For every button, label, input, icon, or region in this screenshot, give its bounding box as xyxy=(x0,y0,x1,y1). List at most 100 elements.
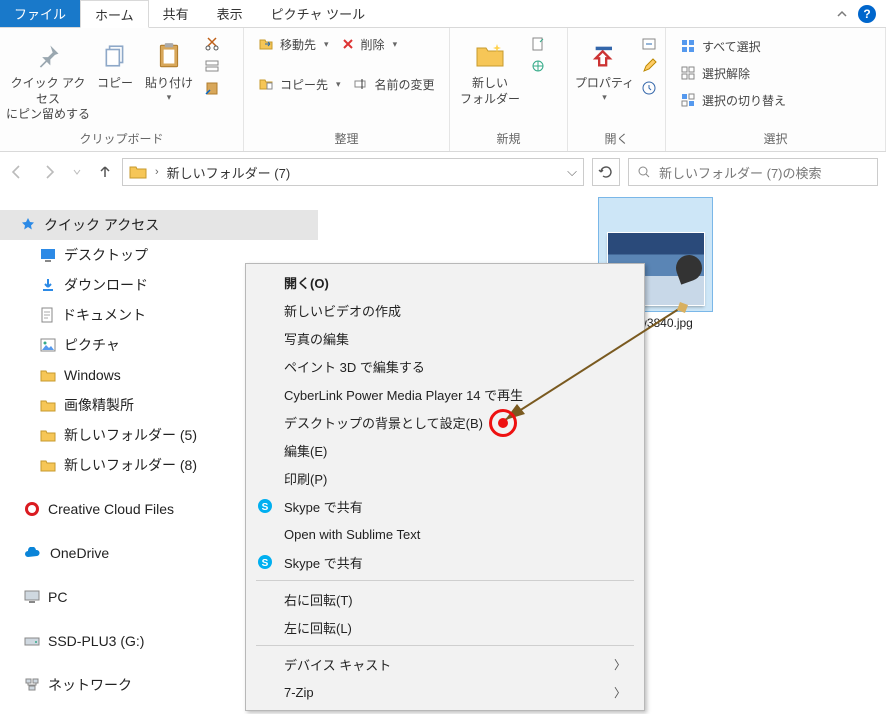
search-icon xyxy=(637,165,651,179)
history-icon[interactable] xyxy=(639,78,659,98)
copy-path-icon[interactable] xyxy=(202,56,222,76)
tab-view[interactable]: 表示 xyxy=(203,0,257,27)
svg-text:S: S xyxy=(262,558,269,569)
pin-icon xyxy=(34,36,62,76)
tab-file[interactable]: ファイル xyxy=(0,0,80,27)
breadcrumb-chevron-icon[interactable]: › xyxy=(155,166,159,178)
edit-icon[interactable] xyxy=(639,56,659,76)
sidebar-quickaccess-label: クイック アクセス xyxy=(44,215,159,235)
moveto-button[interactable]: 移動先▾ xyxy=(254,32,333,56)
ctx-7zip[interactable]: 7-Zip〉 xyxy=(248,678,642,706)
network-icon xyxy=(24,678,40,692)
pictures-icon xyxy=(40,338,56,352)
newfolder-icon xyxy=(474,36,506,76)
sidebar-item-label: ピクチャ xyxy=(64,335,120,355)
copy-icon xyxy=(102,36,128,76)
rename-button[interactable]: 名前の変更 xyxy=(349,72,439,96)
paste-button[interactable]: 貼り付け ▾ xyxy=(140,32,198,103)
ctx-skype2[interactable]: S Skype で共有 xyxy=(248,548,642,576)
nav-row: › 新しいフォルダー (7) ⌵ 新しいフォルダー (7)の検索 xyxy=(0,152,886,192)
annotation-arrow-icon xyxy=(495,300,695,435)
dropdown-icon: ▾ xyxy=(602,92,607,104)
sidebar-item-label: 画像精製所 xyxy=(64,395,134,415)
help-icon[interactable]: ? xyxy=(858,5,876,23)
address-dropdown-icon[interactable]: ⌵ xyxy=(567,164,577,180)
folder-icon xyxy=(40,398,56,412)
tab-picture-tools[interactable]: ピクチャ ツール xyxy=(257,0,379,27)
paste-label: 貼り付け xyxy=(145,76,193,92)
ctx-print[interactable]: 印刷(P) xyxy=(248,464,642,492)
sidebar-item-label: Creative Cloud Files xyxy=(48,501,174,517)
selectall-label: すべて選択 xyxy=(702,38,761,55)
paste-shortcut-icon[interactable] xyxy=(202,78,222,98)
forward-icon[interactable] xyxy=(40,163,58,181)
moveto-label: 移動先 xyxy=(280,36,316,53)
search-box[interactable]: 新しいフォルダー (7)の検索 xyxy=(628,158,878,186)
svg-text:S: S xyxy=(262,502,269,513)
selectall-button[interactable]: すべて選択 xyxy=(676,34,790,58)
ctx-rotate-left[interactable]: 左に回転(L) xyxy=(248,613,642,641)
ctx-sublime[interactable]: Open with Sublime Text xyxy=(248,520,642,548)
properties-icon xyxy=(591,36,619,76)
sidebar-item-label: Windows xyxy=(64,367,121,383)
recent-dropdown-icon[interactable] xyxy=(72,167,82,177)
back-icon[interactable] xyxy=(8,163,26,181)
refresh-button[interactable] xyxy=(592,158,620,186)
newfolder-label: 新しい フォルダー xyxy=(460,76,520,107)
copy-label: コピー xyxy=(97,76,133,92)
sidebar-item-label: ドキュメント xyxy=(62,305,146,325)
sidebar-item-label: ダウンロード xyxy=(64,275,148,295)
properties-label: プロパティ xyxy=(575,76,634,92)
search-placeholder: 新しいフォルダー (7)の検索 xyxy=(659,163,822,182)
dropdown-icon: ▾ xyxy=(167,92,172,104)
easyaccess-icon[interactable] xyxy=(528,56,548,76)
newfolder-button[interactable]: 新しい フォルダー xyxy=(456,32,524,107)
submenu-arrow-icon: 〉 xyxy=(614,684,626,701)
folder-icon xyxy=(40,428,56,442)
invertselect-button[interactable]: 選択の切り替え xyxy=(676,88,790,112)
tab-home[interactable]: ホーム xyxy=(80,0,149,28)
ctx-cast[interactable]: デバイス キャスト〉 xyxy=(248,650,642,678)
tabs-bar: ファイル ホーム 共有 表示 ピクチャ ツール ? xyxy=(0,0,886,28)
selectall-icon xyxy=(680,38,696,54)
paste-icon xyxy=(156,36,182,76)
sidebar-quickaccess[interactable]: クイック アクセス xyxy=(0,210,318,240)
newitem-icon[interactable] xyxy=(528,34,548,54)
breadcrumb-folder[interactable]: 新しいフォルダー (7) xyxy=(167,163,291,182)
pc-icon xyxy=(24,590,40,604)
sidebar-item-label: SSD-PLU3 (G:) xyxy=(48,633,144,649)
folder-icon xyxy=(40,368,56,382)
delete-button[interactable]: 削除▾ xyxy=(337,32,402,56)
download-icon xyxy=(40,277,56,293)
tab-share[interactable]: 共有 xyxy=(149,0,203,27)
open-group-label: 開く xyxy=(574,128,659,149)
collapse-ribbon-icon[interactable] xyxy=(836,8,848,20)
ctx-open[interactable]: 開く(O) xyxy=(248,268,642,296)
copyto-button[interactable]: コピー先▾ xyxy=(254,72,345,96)
ctx-rotate-right[interactable]: 右に回転(T) xyxy=(248,585,642,613)
ctx-separator xyxy=(256,580,634,581)
star-icon xyxy=(20,217,36,233)
sidebar-item-label: OneDrive xyxy=(50,545,109,561)
selectnone-button[interactable]: 選択解除 xyxy=(676,61,790,85)
annotation-target-icon xyxy=(489,409,517,437)
organize-group-label: 整理 xyxy=(250,128,443,149)
moveto-icon xyxy=(258,36,274,52)
delete-label: 削除 xyxy=(361,36,385,53)
properties-button[interactable]: プロパティ ▾ xyxy=(574,32,635,103)
sidebar-item-label: 新しいフォルダー (8) xyxy=(64,455,197,475)
copyto-label: コピー先 xyxy=(280,76,328,93)
pin-label: クイック アクセス にピン留めする xyxy=(6,76,90,123)
onedrive-icon xyxy=(24,547,42,559)
sidebar-item-label: 新しいフォルダー (5) xyxy=(64,425,197,445)
open-icon[interactable] xyxy=(639,34,659,54)
rename-label: 名前の変更 xyxy=(375,76,435,93)
address-bar[interactable]: › 新しいフォルダー (7) ⌵ xyxy=(122,158,584,186)
copy-button[interactable]: コピー xyxy=(90,32,140,92)
pin-quickaccess-button[interactable]: クイック アクセス にピン留めする xyxy=(6,32,90,123)
cut-icon[interactable] xyxy=(202,34,222,54)
ctx-edit[interactable]: 編集(E) xyxy=(248,436,642,464)
ctx-skype1[interactable]: S Skype で共有 xyxy=(248,492,642,520)
up-icon[interactable] xyxy=(96,163,114,181)
sidebar-item-label: PC xyxy=(48,589,67,605)
